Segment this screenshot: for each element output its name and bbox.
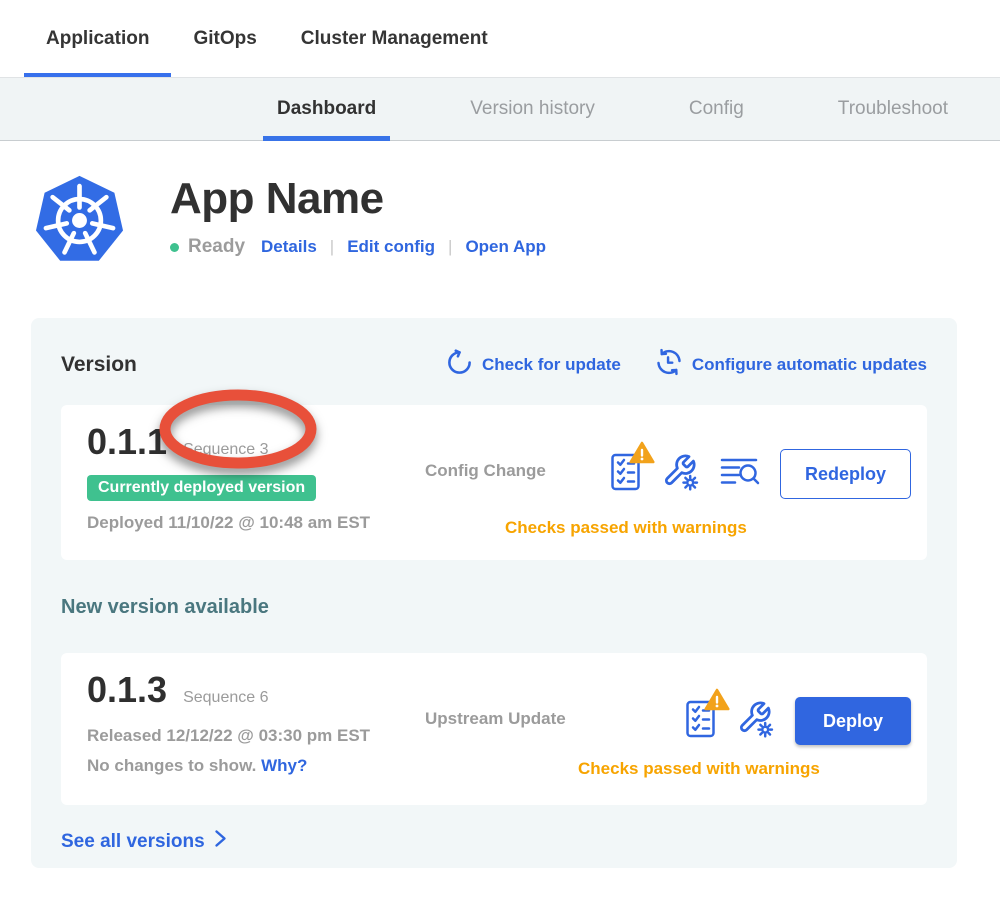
preflight-result-text: Checks passed with warnings [578,759,820,779]
kubernetes-logo-icon [33,174,126,272]
divider: | [448,237,452,257]
release-kind-label: Config Change [425,461,546,481]
edit-config-values-icon[interactable] [737,699,775,744]
redeploy-button[interactable]: Redeploy [780,449,911,499]
see-all-versions-label: See all versions [61,831,205,853]
edit-config-values-icon[interactable] [662,452,700,497]
see-all-versions-link[interactable]: See all versions [61,829,927,854]
chevron-right-icon [214,829,227,854]
edit-config-link[interactable]: Edit config [347,237,435,257]
release-kind-label: Upstream Update [425,709,566,729]
new-version-sequence: Sequence 6 [183,689,268,707]
subtab-config[interactable]: Config [675,78,758,140]
why-link[interactable]: Why? [261,756,307,775]
deploy-button[interactable]: Deploy [795,697,911,745]
preflight-checks-icon[interactable] [685,699,717,744]
top-navigation: Application GitOps Cluster Management [0,0,1000,77]
warning-triangle-icon [629,441,655,469]
preflight-checks-icon[interactable] [610,452,642,497]
subtab-dashboard[interactable]: Dashboard [263,78,390,140]
currently-deployed-badge: Currently deployed version [87,475,316,501]
status-badge: Ready [188,236,245,258]
configure-automatic-updates-label: Configure automatic updates [692,355,927,375]
deployed-timestamp: Deployed 11/10/22 @ 10:48 am EST [87,513,901,533]
subtab-troubleshoot[interactable]: Troubleshoot [824,78,962,140]
new-version-heading: New version available [61,596,927,619]
current-version-card: 0.1.1 Sequence 3 Currently deployed vers… [61,405,927,560]
tab-application[interactable]: Application [24,0,171,77]
current-version-sequence: Sequence 3 [183,441,268,459]
tab-gitops[interactable]: GitOps [171,0,278,77]
app-sub-navigation: Dashboard Version history Config Trouble… [0,77,1000,141]
preflight-result-text: Checks passed with warnings [505,518,747,538]
version-panel: Version Check for update [31,318,957,868]
new-version-card: 0.1.3 Sequence 6 Released 12/12/22 @ 03:… [61,653,927,805]
page-title: App Name [170,174,546,224]
configure-automatic-updates-link[interactable]: Configure automatic updates [655,348,927,381]
view-diff-icon[interactable] [720,456,760,492]
subtab-version-history[interactable]: Version history [456,78,609,140]
check-for-update-link[interactable]: Check for update [446,348,621,381]
app-header: App Name Ready Details | Edit config | O… [33,174,1000,272]
divider: | [330,237,334,257]
details-link[interactable]: Details [261,237,317,257]
open-app-link[interactable]: Open App [465,237,546,257]
tab-cluster-management[interactable]: Cluster Management [279,0,510,77]
status-dot-icon [170,243,179,252]
version-section-title: Version [61,353,137,377]
warning-triangle-icon [704,688,730,716]
no-changes-text: No changes to show. [87,756,256,775]
check-for-update-label: Check for update [482,355,621,375]
new-version-number: 0.1.3 [87,669,167,711]
refresh-icon [446,349,473,381]
current-version-number: 0.1.1 [87,421,167,463]
schedule-update-icon [655,348,683,381]
